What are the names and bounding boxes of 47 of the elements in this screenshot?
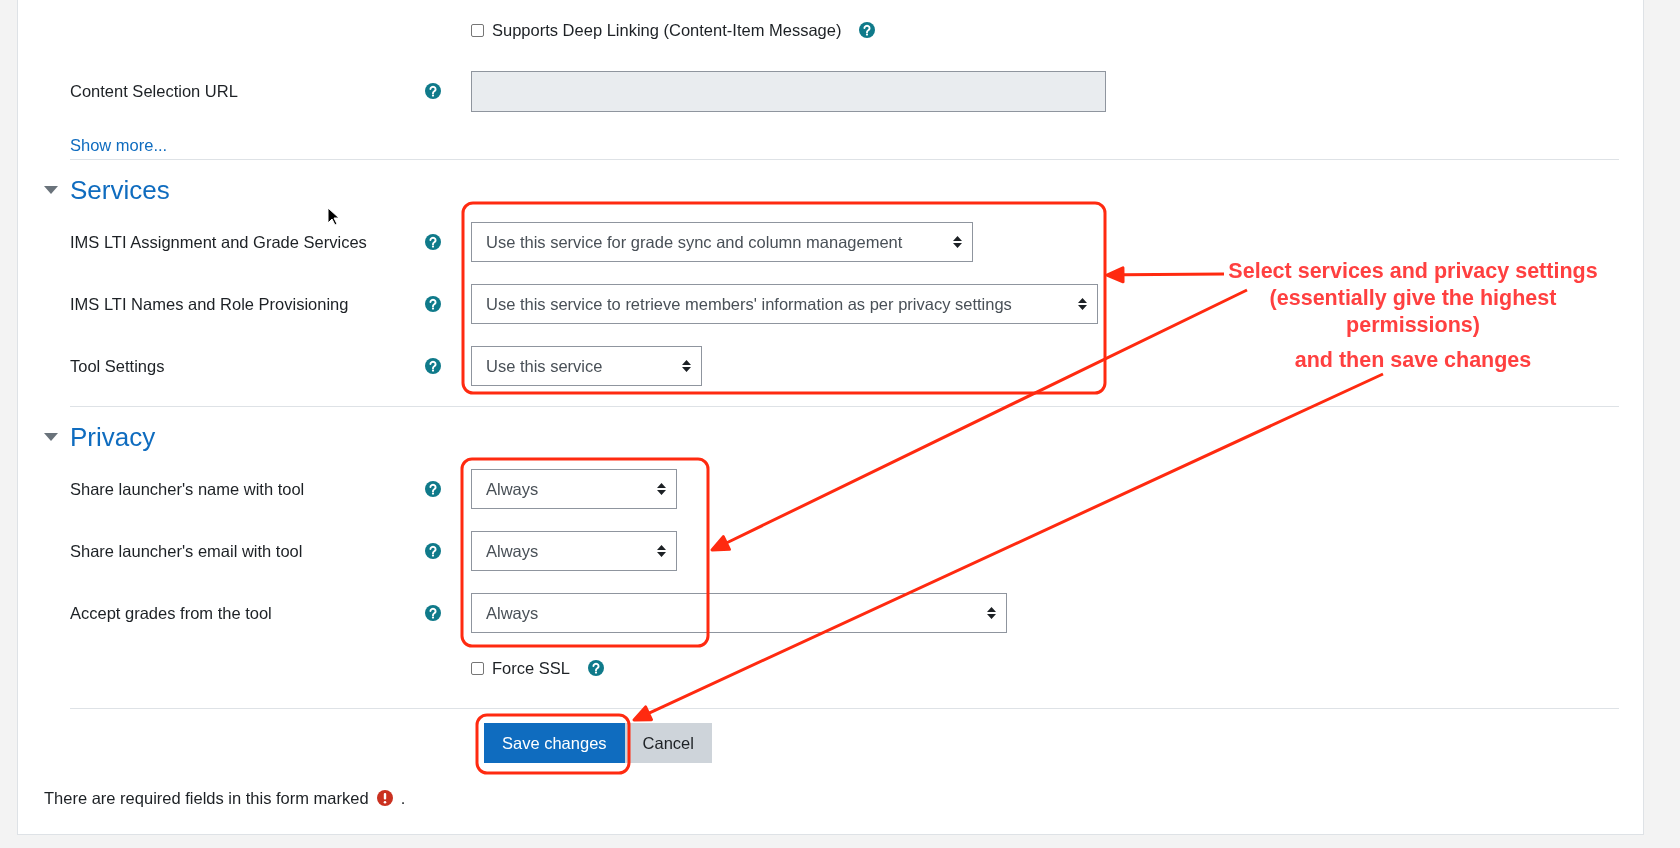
required-note: There are required fields in this form marked [44, 788, 369, 809]
annotation-text: Select services and privacy settings [1228, 258, 1598, 285]
show-more-link[interactable]: Show more... [70, 133, 168, 157]
up-down-arrows-icon [953, 236, 962, 248]
up-down-arrows-icon [657, 545, 666, 557]
select-dropdown[interactable]: Use this service to retrieve members' information as per privacy settings [471, 284, 1098, 324]
field-label: Tool Settings [70, 356, 165, 376]
help-icon[interactable] [425, 605, 441, 621]
checkbox[interactable] [471, 23, 484, 37]
help-icon[interactable] [425, 358, 441, 374]
field-label: Share launcher's name with tool [70, 479, 305, 499]
help-icon[interactable] [425, 481, 441, 497]
help-icon[interactable] [859, 22, 876, 38]
annotation-text: permissions) [1346, 312, 1480, 339]
cancel-button[interactable]: Cancel [624, 723, 712, 763]
caret-icon[interactable] [44, 185, 58, 195]
section-heading[interactable]: Services [70, 174, 170, 206]
field-label: IMS LTI Names and Role Provisioning [70, 294, 349, 314]
up-down-arrows-icon [657, 483, 666, 495]
field-label: Content Selection URL [70, 81, 238, 101]
help-icon[interactable] [587, 660, 604, 676]
help-icon[interactable] [425, 83, 441, 99]
annotation-text: (essentially give the highest [1269, 285, 1557, 312]
section-heading[interactable]: Privacy [70, 421, 156, 453]
help-icon[interactable] [425, 296, 441, 312]
help-icon[interactable] [425, 543, 441, 559]
save-button[interactable]: Save changes [484, 723, 625, 763]
select-dropdown[interactable]: Use this service for grade sync and column management [471, 222, 973, 262]
field-label: Share launcher's email with tool [70, 541, 303, 561]
up-down-arrows-icon [682, 360, 691, 372]
checkbox-label: Supports Deep Linking (Content-Item Message) [492, 20, 842, 40]
exclamation-icon [376, 790, 393, 806]
up-down-arrows-icon [1078, 298, 1087, 310]
mouse-pointer-icon [327, 207, 339, 226]
select-dropdown[interactable]: Use this service [471, 346, 702, 386]
checkbox-label: Force SSL [492, 658, 570, 678]
checkbox[interactable] [471, 661, 484, 675]
caret-icon[interactable] [44, 432, 58, 442]
help-icon[interactable] [425, 234, 441, 250]
field-label: IMS LTI Assignment and Grade Services [70, 232, 367, 252]
select-dropdown[interactable]: Always [471, 469, 677, 509]
up-down-arrows-icon [987, 607, 996, 619]
select-dropdown[interactable]: Always [471, 593, 1007, 633]
select-dropdown[interactable]: Always [471, 531, 677, 571]
annotation-text: and then save changes [1294, 347, 1532, 374]
required-note-end: . [400, 788, 406, 809]
field-label: Accept grades from the tool [70, 603, 272, 623]
